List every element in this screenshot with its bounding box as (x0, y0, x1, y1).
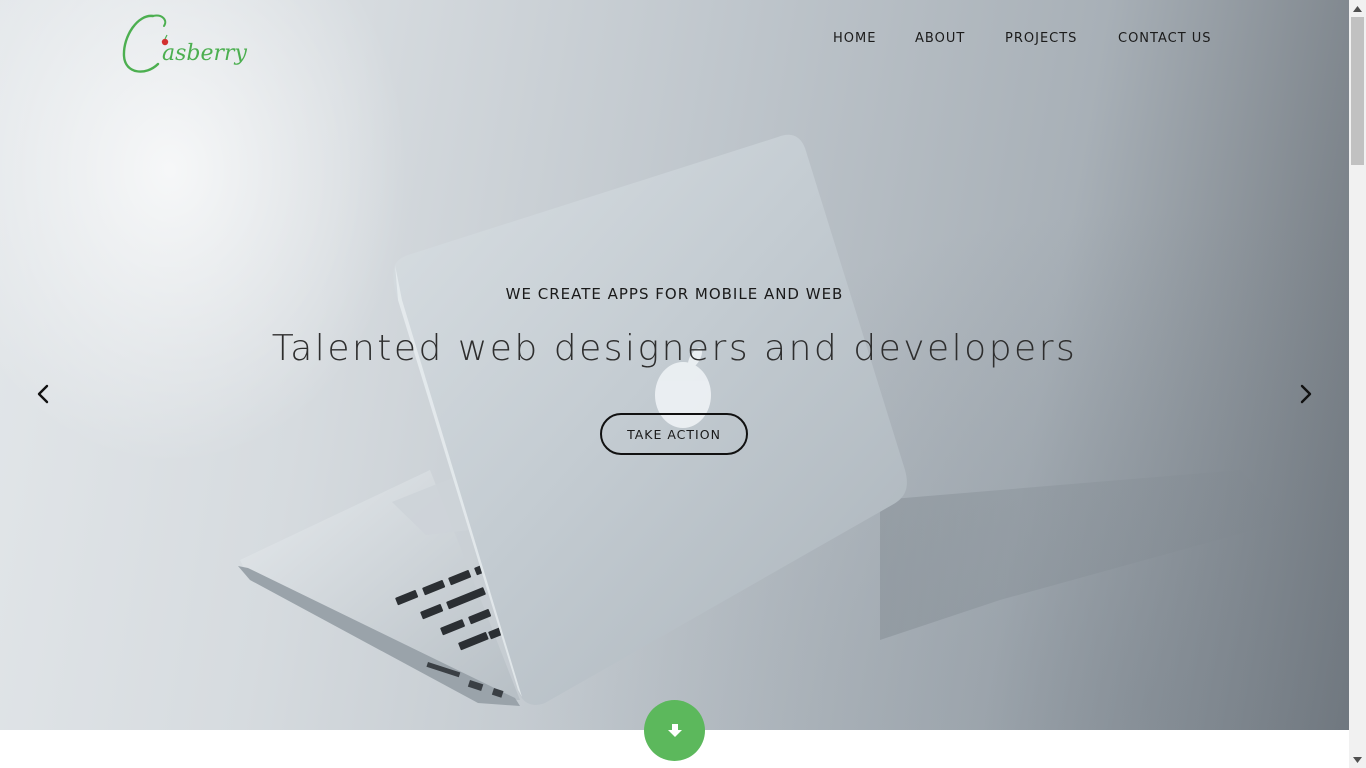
nav-home-link[interactable]: HOME (833, 31, 876, 46)
nav-contact-link[interactable]: CONTACT US (1118, 31, 1212, 46)
slider-prev-button[interactable] (29, 380, 57, 408)
nav-projects-link[interactable]: PROJECTS (1005, 31, 1077, 46)
arrow-down-icon (667, 723, 682, 737)
nav-about-link[interactable]: ABOUT (915, 31, 965, 46)
chevron-left-icon (37, 384, 49, 404)
chevron-right-icon (1300, 384, 1312, 404)
take-action-button[interactable]: TAKE ACTION (600, 413, 748, 455)
page-scrollbar[interactable] (1349, 0, 1366, 768)
scrollbar-thumb[interactable] (1351, 17, 1364, 165)
scroll-down-arrow-icon[interactable] (1349, 751, 1366, 768)
hero-subtitle: WE CREATE APPS FOR MOBILE AND WEB (505, 285, 844, 303)
scroll-down-button[interactable] (644, 700, 705, 761)
hero-headline: Talented web designers and developers (271, 328, 1078, 369)
slider-next-button[interactable] (1292, 380, 1320, 408)
scroll-up-arrow-icon[interactable] (1349, 0, 1366, 17)
main-nav: HOME ABOUT PROJECTS CONTACT US (0, 31, 1349, 49)
hero-slider: asberry HOME ABOUT PROJECTS CONTACT US W… (0, 0, 1349, 730)
